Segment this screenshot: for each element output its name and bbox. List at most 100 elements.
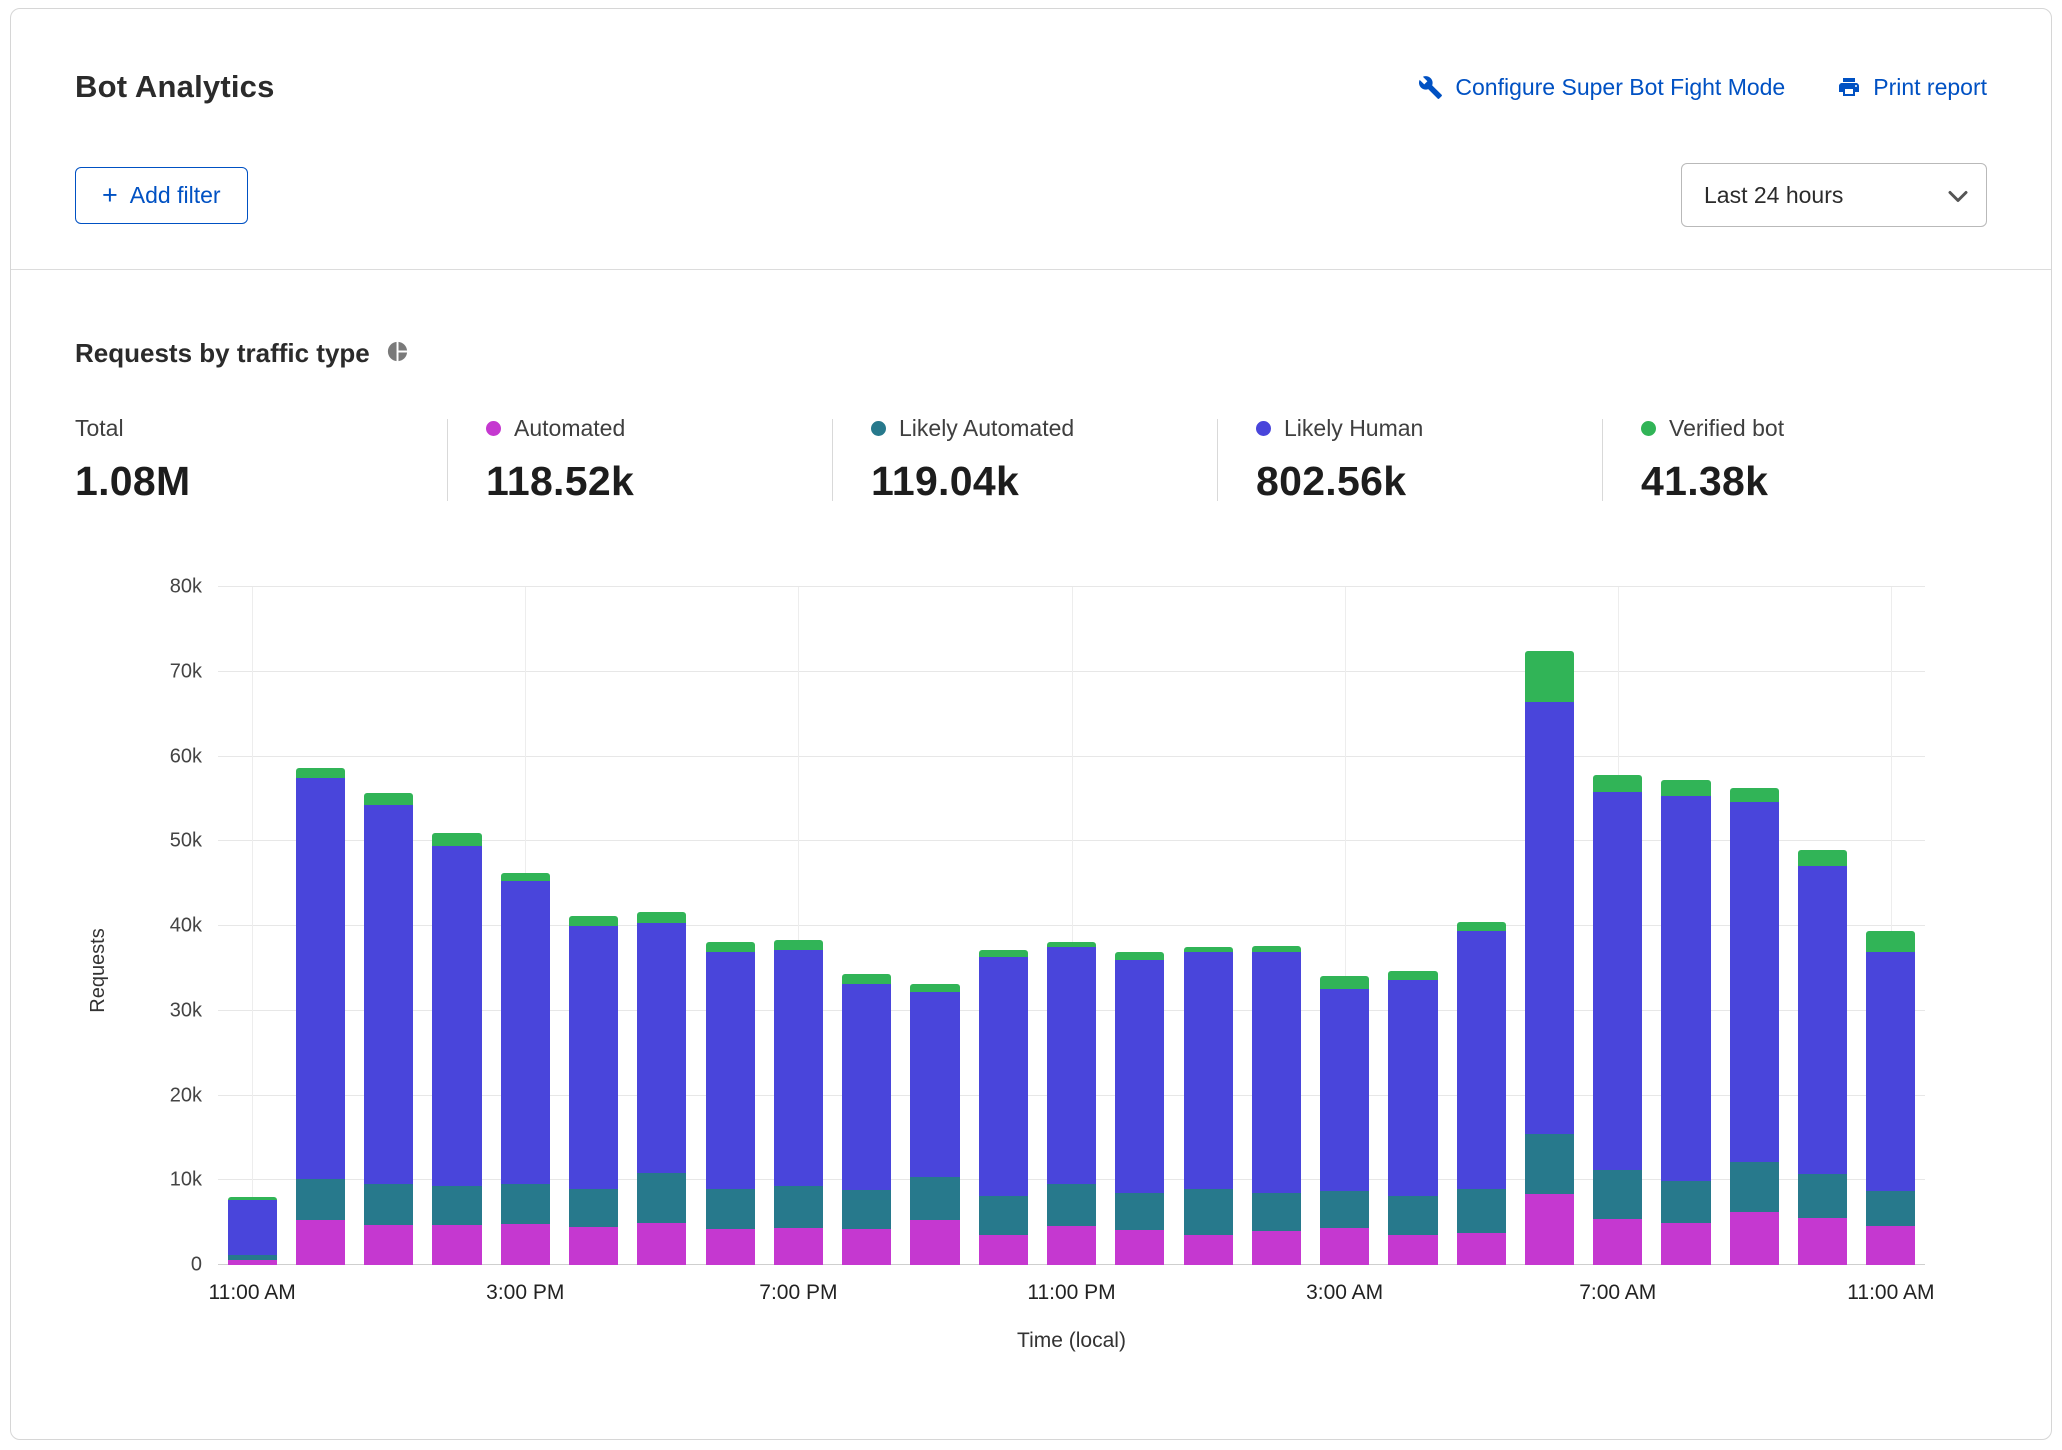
stat-verified-bot: Verified bot 41.38k — [1603, 415, 1987, 505]
segment-likely-automated — [1115, 1192, 1165, 1231]
chevron-down-icon — [1948, 182, 1968, 209]
segment-likely-human — [227, 1199, 277, 1255]
segment-likely-automated — [1661, 1181, 1711, 1224]
y-tick-label: 20k — [169, 1084, 202, 1106]
bar-10-00-am[interactable] — [1788, 587, 1856, 1265]
segment-verified-bot — [1729, 787, 1779, 803]
bar-2-00-pm[interactable] — [423, 587, 491, 1265]
bar-12-00-pm[interactable] — [286, 587, 354, 1265]
segment-likely-automated — [1251, 1192, 1301, 1232]
likely-automated-dot — [871, 421, 886, 436]
segment-likely-automated — [364, 1183, 414, 1226]
segment-verified-bot — [568, 915, 619, 927]
segment-likely-human — [500, 881, 550, 1184]
bar-5-00-am[interactable] — [1447, 587, 1515, 1265]
segment-automated — [568, 1226, 619, 1265]
printer-icon — [1837, 75, 1861, 99]
bar-8-00-am[interactable] — [1652, 587, 1720, 1265]
segment-automated — [1046, 1226, 1097, 1265]
segment-verified-bot — [1251, 945, 1301, 953]
stat-automated-value: 118.52k — [486, 458, 635, 504]
y-axis-title: Requests — [86, 927, 109, 1013]
bar-1-00-pm[interactable] — [355, 587, 423, 1265]
section-title: Requests by traffic type — [75, 338, 370, 368]
bar-1-00-am[interactable] — [1174, 587, 1242, 1265]
bar-11-00-am[interactable] — [218, 587, 286, 1265]
segment-likely-human — [637, 923, 687, 1173]
segment-automated — [910, 1220, 960, 1265]
bar-3-00-am[interactable] — [1311, 587, 1379, 1265]
bar-5-00-pm[interactable] — [628, 587, 696, 1265]
segment-automated — [500, 1224, 550, 1265]
segment-likely-automated — [295, 1179, 345, 1221]
segment-likely-human — [705, 952, 755, 1189]
x-tick-label: 11:00 PM — [1027, 1281, 1116, 1304]
segment-automated — [364, 1225, 414, 1265]
segment-likely-automated — [773, 1186, 823, 1228]
bar-11-00-am[interactable] — [1857, 587, 1925, 1265]
bar-8-00-pm[interactable] — [833, 587, 901, 1265]
y-tick-label: 10k — [169, 1168, 202, 1191]
bar-2-00-am[interactable] — [1242, 587, 1310, 1265]
print-report-link[interactable]: Print report — [1837, 74, 1987, 101]
bar-4-00-am[interactable] — [1379, 587, 1447, 1265]
bar-11-00-pm[interactable] — [1037, 587, 1105, 1265]
x-axis: 11:00 AM 3:00 PM 7:00 PM 11:00 PM 3:00 AM 7:0… — [209, 1275, 1935, 1317]
segment-automated — [773, 1227, 823, 1265]
bar-4-00-pm[interactable] — [559, 587, 627, 1265]
y-tick-label: 60k — [169, 745, 202, 767]
bar-7-00-pm[interactable] — [764, 587, 832, 1265]
configure-link-label: Configure Super Bot Fight Mode — [1455, 73, 1786, 100]
segment-likely-automated — [568, 1188, 619, 1227]
bar-6-00-pm[interactable] — [696, 587, 764, 1265]
segment-likely-automated — [842, 1190, 892, 1229]
stat-likely-automated-label: Likely Automated — [899, 415, 1075, 441]
segment-likely-human — [1524, 702, 1575, 1134]
time-range-select[interactable]: Last 24 hours — [1681, 163, 1987, 227]
segment-likely-automated — [1866, 1191, 1916, 1227]
wrench-icon — [1418, 75, 1443, 100]
segment-automated — [637, 1223, 687, 1265]
segment-likely-human — [1251, 952, 1301, 1193]
bar-9-00-pm[interactable] — [901, 587, 969, 1265]
x-tick-label: 3:00 AM — [1306, 1281, 1384, 1304]
stat-total-value: 1.08M — [75, 458, 191, 504]
bar-9-00-am[interactable] — [1720, 587, 1788, 1265]
bar-6-00-am[interactable] — [1515, 587, 1583, 1265]
segment-verified-bot — [637, 911, 687, 924]
segment-likely-human — [1115, 959, 1165, 1193]
segment-likely-automated — [432, 1186, 482, 1226]
segment-verified-bot — [1388, 970, 1438, 981]
segment-automated — [432, 1225, 482, 1265]
segment-automated — [1866, 1226, 1916, 1265]
pie-chart-icon — [386, 340, 409, 368]
bar-10-00-pm[interactable] — [969, 587, 1037, 1265]
segment-automated — [1183, 1234, 1233, 1265]
bar-12-00-am[interactable] — [1106, 587, 1174, 1265]
bar-3-00-pm[interactable] — [491, 587, 559, 1265]
segment-likely-automated — [637, 1172, 687, 1224]
configure-super-bot-fight-mode-link[interactable]: Configure Super Bot Fight Mode — [1418, 74, 1785, 101]
segment-verified-bot — [1661, 780, 1711, 797]
segment-verified-bot — [364, 792, 414, 805]
segment-likely-human — [978, 957, 1028, 1197]
segment-likely-automated — [1046, 1183, 1097, 1227]
segment-likely-automated — [1320, 1191, 1370, 1228]
segment-likely-automated — [910, 1176, 960, 1221]
y-tick-label: 0 — [190, 1253, 202, 1276]
bar-7-00-am[interactable] — [1584, 587, 1652, 1265]
card-body: Requests by traffic type Total 1.08M Aut… — [11, 338, 2051, 1373]
segment-verified-bot — [773, 939, 823, 950]
segment-likely-human — [295, 777, 345, 1180]
add-filter-label: Add filter — [129, 181, 221, 208]
segment-likely-human — [1661, 796, 1711, 1182]
segment-likely-human — [1456, 931, 1506, 1189]
add-filter-button[interactable]: + Add filter — [75, 166, 248, 224]
segment-automated — [227, 1259, 277, 1265]
y-tick-label: 40k — [169, 914, 202, 937]
segment-automated — [842, 1228, 892, 1265]
bot-analytics-card: Bot Analytics Configure Super Bot Fight … — [10, 8, 2052, 1440]
y-tick-label: 50k — [169, 829, 202, 852]
stat-automated-label: Automated — [514, 415, 626, 441]
y-tick-label: 70k — [169, 660, 202, 683]
